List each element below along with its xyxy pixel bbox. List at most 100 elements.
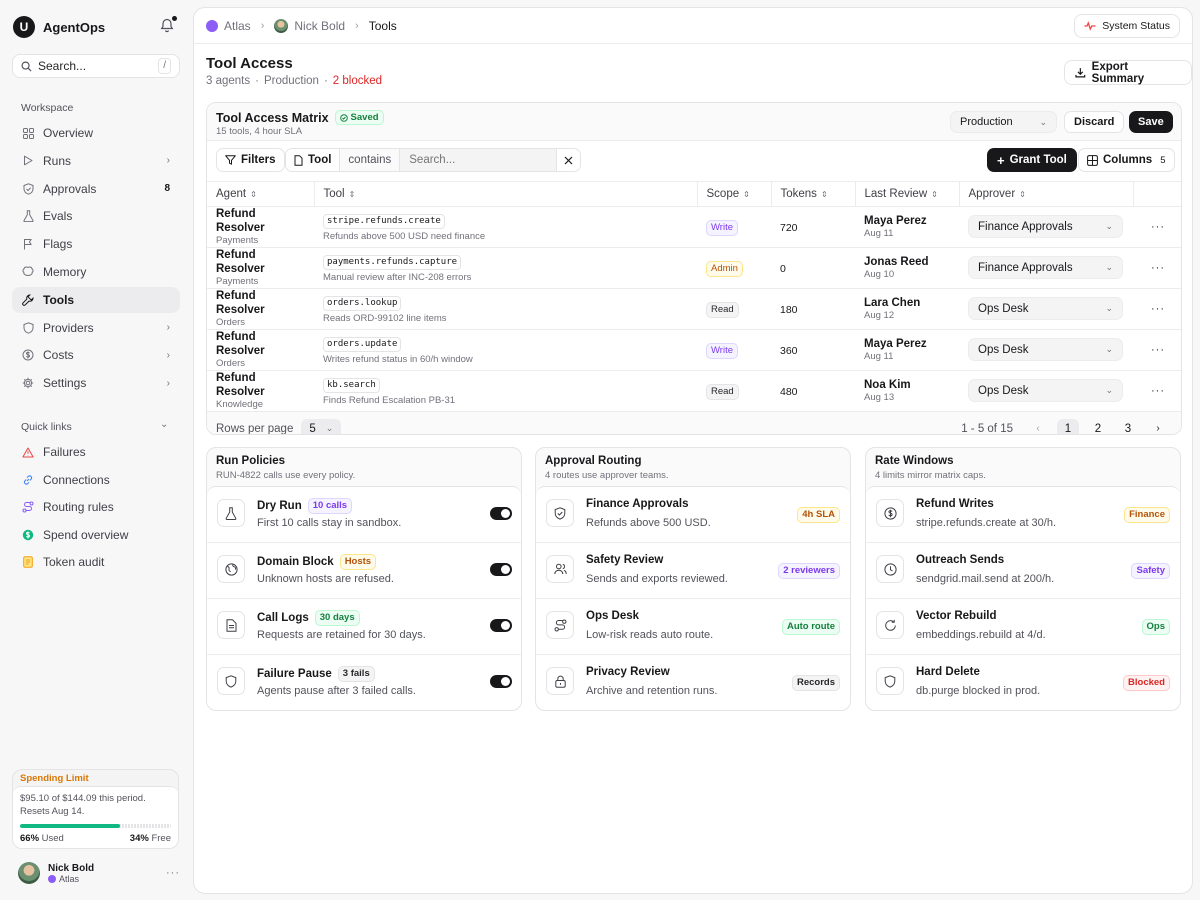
more-icon[interactable]: ···	[1142, 385, 1174, 397]
card-row[interactable]: Refund Writes stripe.refunds.create at 30…	[866, 487, 1180, 543]
table-row[interactable]: Refund Resolver Payments payments.refunds.…	[207, 247, 1181, 289]
table-row[interactable]: Refund Resolver Knowledge kb.search Finds R…	[207, 370, 1181, 412]
chevron-left-icon[interactable]: ‹	[1027, 419, 1049, 434]
tool-code: orders.lookup	[323, 296, 402, 311]
row-tag: Blocked	[1123, 675, 1170, 691]
breadcrumb-item-atlas[interactable]: Atlas	[206, 19, 251, 33]
sidebar-item-providers[interactable]: Providers ›	[12, 315, 180, 341]
approver-value: Finance Approvals	[978, 220, 1073, 233]
user-menu[interactable]: Nick Bold Atlas ···	[18, 862, 180, 884]
row-description: sendgrid.mail.send at 200/h.	[916, 573, 1055, 585]
row-title: Outreach Sends	[916, 554, 1005, 566]
approver-select[interactable]: Ops Desk ⌄	[968, 338, 1123, 361]
more-icon[interactable]: ···	[1142, 344, 1174, 356]
dot-separator: ·	[323, 75, 328, 87]
filter-search-input[interactable]	[400, 149, 557, 171]
more-icon[interactable]: ···	[1142, 262, 1174, 274]
column-header-tool[interactable]: Tool ⇕	[314, 182, 698, 207]
chevron-right-icon[interactable]: ›	[1147, 419, 1169, 434]
quick-link-token-audit[interactable]: Token audit	[12, 549, 180, 575]
card-row[interactable]: Failure Pause 3 fails Agents pause after 3…	[207, 655, 521, 710]
column-header-last-review[interactable]: Last Review ⇕	[855, 182, 960, 207]
sidebar-item-costs[interactable]: Costs ›	[12, 342, 180, 368]
column-header-agent[interactable]: Agent ⇕	[207, 182, 315, 207]
policy-toggle[interactable]	[490, 675, 512, 688]
filter-operator[interactable]: contains	[340, 149, 401, 171]
approver-select[interactable]: Ops Desk ⌄	[968, 379, 1123, 402]
actions-cell: ···	[1133, 329, 1181, 371]
page-button-2[interactable]: 2	[1087, 419, 1109, 435]
row-title: Finance Approvals	[586, 498, 689, 510]
page-button-3[interactable]: 3	[1117, 419, 1139, 435]
system-status-button[interactable]: System Status	[1074, 13, 1180, 38]
bell-icon[interactable]	[160, 16, 177, 34]
sidebar-item-settings[interactable]: Settings ›	[12, 370, 180, 396]
quick-link-failures[interactable]: Failures	[12, 439, 180, 465]
sidebar-item-runs[interactable]: Runs ›	[12, 148, 180, 174]
last-review-cell: Noa Kim Aug 13	[855, 370, 959, 412]
table-row[interactable]: Refund Resolver Orders orders.lookup Reads …	[207, 288, 1181, 330]
quick-link-routing-rules[interactable]: Routing rules	[12, 494, 180, 520]
column-header-approver[interactable]: Approver ⇕	[959, 182, 1134, 207]
row-title: Domain Block	[257, 556, 334, 568]
approver-select[interactable]: Ops Desk ⌄	[968, 297, 1123, 320]
flag-icon	[22, 238, 34, 250]
card-row[interactable]: Domain Block Hosts Unknown hosts are refus…	[207, 543, 521, 599]
card-row[interactable]: Privacy Review Archive and retention runs…	[536, 655, 850, 710]
sidebar-item-overview[interactable]: Overview	[12, 120, 180, 146]
chevron-down-icon: ⌄	[1105, 344, 1113, 354]
quick-link-connections[interactable]: Connections	[12, 467, 180, 493]
sidebar-item-memory[interactable]: Memory	[12, 259, 180, 285]
policy-toggle[interactable]	[490, 619, 512, 632]
card-row[interactable]: Ops Desk Low-risk reads auto route. Auto r…	[536, 599, 850, 655]
export-summary-button[interactable]: Export Summary	[1064, 60, 1192, 85]
free-percent: 34%	[129, 833, 149, 844]
table-row[interactable]: Refund Resolver Payments stripe.refunds.cr…	[207, 206, 1181, 248]
more-icon[interactable]: ···	[166, 867, 180, 879]
environment-select[interactable]: Production ⌄	[950, 111, 1057, 133]
filter-field[interactable]: Tool	[286, 149, 341, 171]
columns-button[interactable]: Columns 5	[1078, 148, 1175, 172]
more-icon[interactable]: ···	[1142, 221, 1174, 233]
sidebar-item-tools[interactable]: Tools	[12, 286, 180, 313]
policy-toggle[interactable]	[490, 507, 512, 520]
more-icon[interactable]: ···	[1142, 303, 1174, 315]
policy-toggle[interactable]	[490, 563, 512, 576]
discard-button[interactable]: Discard	[1064, 111, 1125, 133]
approver-select[interactable]: Finance Approvals ⌄	[968, 256, 1123, 279]
quick-link-label: Routing rules	[43, 500, 114, 515]
brand[interactable]: U AgentOps	[13, 16, 105, 38]
quick-link-spend-overview[interactable]: Spend overview	[12, 522, 180, 548]
chevron-down-icon[interactable]: ⌄	[160, 419, 168, 430]
scope-badge: Write	[706, 342, 738, 359]
sidebar-item-approvals[interactable]: Approvals 8	[12, 176, 180, 202]
scope-cell: Read	[697, 370, 771, 412]
sidebar-item-flags[interactable]: Flags	[12, 231, 180, 257]
approver-select[interactable]: Finance Approvals ⌄	[968, 215, 1123, 238]
card-row[interactable]: Vector Rebuild embeddings.rebuild at 4/d.…	[866, 599, 1180, 655]
card-row[interactable]: Hard Delete db.purge blocked in prod. Bloc…	[866, 655, 1180, 710]
column-header-scope[interactable]: Scope ⇕	[697, 182, 772, 207]
agent-category: Orders	[216, 316, 246, 328]
rows-per-page-select[interactable]: 5 ⌄	[301, 418, 342, 434]
card-row[interactable]: Call Logs 30 days Requests are retained fo…	[207, 599, 521, 655]
breadcrumb-item-user[interactable]: Nick Bold	[274, 18, 345, 33]
card-row[interactable]: Outreach Sends sendgrid.mail.send at 200/…	[866, 543, 1180, 599]
card-row[interactable]: Finance Approvals Refunds above 500 USD. 4…	[536, 487, 850, 543]
tool-description: Reads ORD-99102 line items	[323, 313, 447, 324]
card-row[interactable]: Safety Review Sends and exports reviewed.…	[536, 543, 850, 599]
close-icon[interactable]	[556, 149, 580, 171]
card-row[interactable]: Dry Run 10 calls First 10 calls stay in sa…	[207, 487, 521, 543]
save-button[interactable]: Save	[1129, 111, 1173, 133]
column-header-tokens[interactable]: Tokens ⇕	[771, 182, 856, 207]
page-button-1[interactable]: 1	[1057, 418, 1079, 434]
table-row[interactable]: Refund Resolver Orders orders.update Writes…	[207, 329, 1181, 371]
column-header-actions	[1133, 182, 1181, 207]
approver-cell: Ops Desk ⌄	[959, 370, 1133, 412]
org-dot	[48, 874, 56, 883]
sidebar-search[interactable]: Search... /	[12, 54, 180, 78]
filters-button[interactable]: Filters	[216, 148, 285, 172]
grant-tool-button[interactable]: + Grant Tool	[987, 148, 1077, 172]
sidebar-item-evals[interactable]: Evals	[12, 203, 180, 229]
sidebar-item-label: Tools	[43, 292, 75, 307]
